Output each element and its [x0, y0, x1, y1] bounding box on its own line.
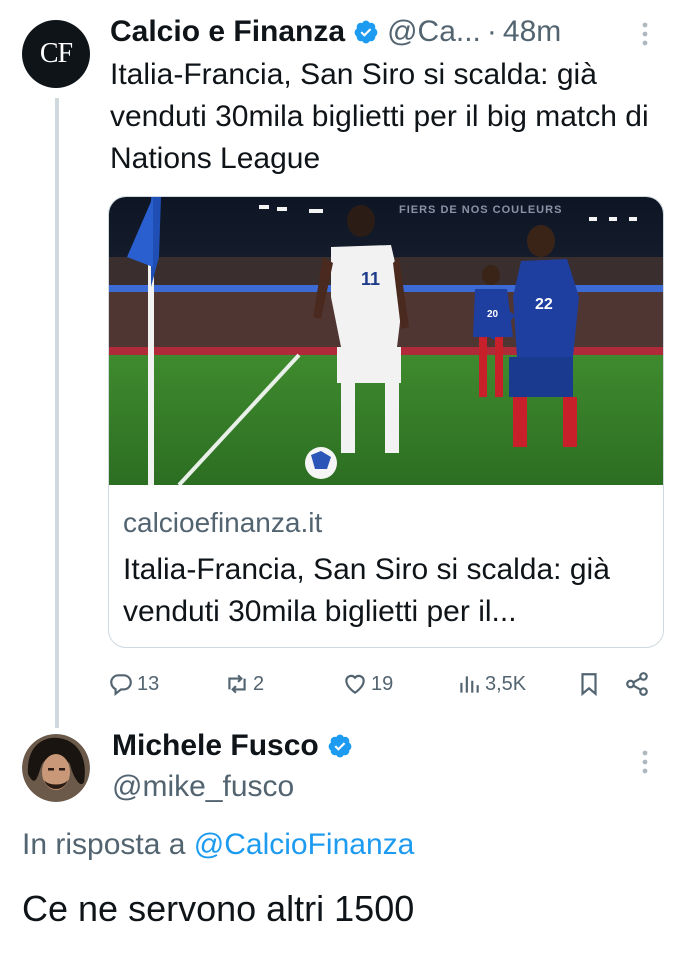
bookmark-icon [581, 673, 597, 697]
like-count: 19 [371, 672, 394, 695]
share-icon [626, 672, 648, 696]
retweet-count: 2 [253, 672, 265, 695]
verified-badge-icon [354, 20, 378, 44]
tweet-header: Calcio e Finanza @Ca... · 48m [110, 14, 650, 50]
view-count: 3,5K [485, 672, 527, 695]
verified-badge-icon [328, 734, 352, 758]
views-button[interactable]: 3,5K [456, 664, 526, 704]
reply-count: 13 [137, 672, 160, 695]
tweet-action-bar: 13 2 19 3,5K [108, 664, 664, 704]
reply-author-handle[interactable]: @mike_fusco [112, 770, 294, 804]
france-jersey-number-right: 22 [535, 296, 553, 313]
reply-icon [110, 674, 132, 697]
reply-to-handle-link[interactable]: @CalcioFinanza [194, 828, 415, 861]
vertical-dots-icon[interactable] [640, 748, 650, 783]
author-handle[interactable]: @Ca... [387, 15, 481, 49]
share-button[interactable] [624, 664, 653, 704]
card-title: Italia-Francia, San Siro si scalda: già … [123, 553, 610, 628]
thread-line [55, 98, 59, 728]
stadium-banner-text: FIERS DE NOS COULEURS [399, 204, 562, 216]
reply-to-prefix: In risposta a [22, 828, 186, 861]
bookmark-button[interactable] [576, 664, 605, 704]
reply-button[interactable]: 13 [108, 664, 159, 704]
analytics-bars-icon [460, 676, 479, 693]
vertical-dots-icon[interactable] [640, 20, 650, 55]
reply-context: In risposta a @CalcioFinanza [22, 828, 414, 862]
retweet-icon [228, 674, 246, 694]
reply-author-avatar[interactable] [22, 734, 90, 802]
reply-text: Ce ne servono altri 1500 [22, 888, 415, 929]
heart-icon [345, 674, 365, 694]
retweet-button[interactable]: 2 [224, 664, 264, 704]
tweet-timestamp[interactable]: 48m [503, 15, 561, 49]
like-button[interactable]: 19 [342, 664, 393, 704]
author-name[interactable]: Calcio e Finanza [110, 15, 345, 49]
tweet-text: Italia-Francia, San Siro si scalda: già … [110, 58, 649, 175]
avatar-logo-text: CF [39, 38, 73, 69]
italy-jersey-number: 11 [361, 269, 380, 289]
link-card[interactable]: FIERS DE NOS COULEURS 11 22 20 calcioefi… [108, 196, 664, 648]
author-avatar[interactable]: CF [22, 20, 90, 88]
football-match-photo[interactable]: FIERS DE NOS COULEURS 11 22 20 [109, 197, 663, 485]
reply-author-name[interactable]: Michele Fusco [112, 729, 319, 763]
france-jersey-number-left: 20 [487, 309, 499, 320]
card-domain: calcioefinanza.it [123, 507, 323, 538]
separator-dot: · [486, 15, 497, 48]
reply-author-header: Michele Fusco [112, 726, 353, 766]
